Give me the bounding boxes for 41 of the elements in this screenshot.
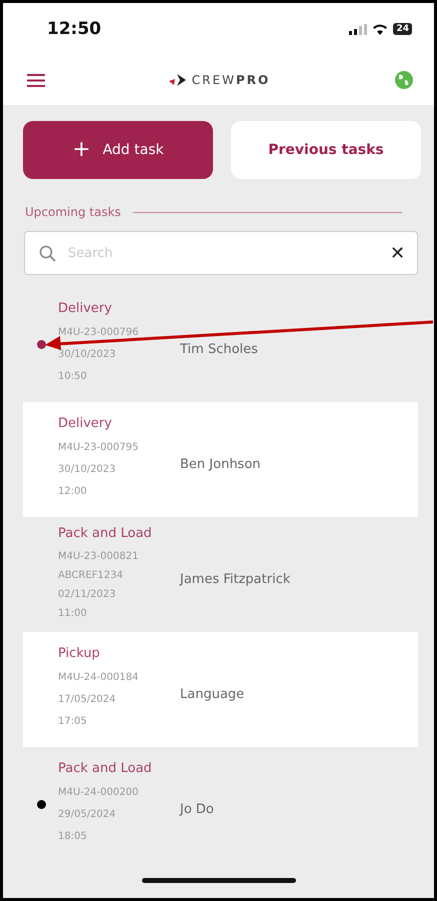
wifi-icon	[372, 23, 388, 35]
logo-text: CREW PRO	[192, 73, 270, 87]
task-detail: 10:50	[58, 370, 88, 384]
customer-name: James Fitzpatrick	[180, 572, 290, 587]
task-detail: 30/10/2023	[58, 463, 117, 477]
task-row[interactable]: Delivery M4U-23-000796 30/10/2023 10:50 Tim Scholes	[23, 287, 418, 402]
search-icon	[39, 244, 56, 262]
task-detail: ABCREF1234	[58, 569, 124, 583]
task-detail: 29/05/2024	[58, 808, 117, 822]
task-detail: M4U-23-000796	[58, 326, 140, 340]
task-type: Pack and Load	[58, 526, 153, 541]
task-detail: 02/11/2023	[58, 588, 117, 602]
add-task-button[interactable]: + Add task	[23, 121, 213, 179]
customer-name: Ben Jonhson	[180, 457, 261, 472]
customer-name: Language	[180, 687, 244, 702]
task-detail: 12:00	[58, 485, 88, 499]
task-detail: 18:05	[58, 830, 88, 844]
task-detail: 30/10/2023	[58, 348, 117, 362]
status-time: 12:50	[47, 19, 102, 39]
task-detail: 17/05/2024	[58, 693, 117, 707]
signal-icon	[349, 24, 368, 34]
previous-tasks-button[interactable]: Previous tasks	[231, 121, 421, 179]
section-title: Upcoming tasks	[25, 205, 121, 219]
task-row[interactable]: Pack and Load M4U-23-000821 ABCREF1234 02/11/2023 11:00 James Fitzpatrick	[23, 517, 418, 632]
task-detail: M4U-23-000821	[58, 550, 140, 564]
customer-name: Tim Scholes	[180, 342, 258, 357]
customer-name: Jo Do	[180, 802, 214, 817]
task-detail: M4U-23-000795	[58, 441, 140, 455]
task-detail: 11:00	[58, 607, 88, 621]
battery-level: 24	[393, 23, 412, 35]
logo-icon	[168, 73, 187, 87]
task-type: Delivery	[58, 301, 113, 316]
task-detail: M4U-24-000184	[58, 671, 140, 685]
menu-icon[interactable]	[27, 74, 45, 86]
task-type: Pickup	[58, 646, 101, 661]
task-detail: M4U-24-000200	[58, 786, 140, 800]
task-detail: 17:05	[58, 715, 88, 729]
task-type: Delivery	[58, 416, 113, 431]
clear-button[interactable]: ✕	[390, 242, 405, 264]
task-type: Pack and Load	[58, 761, 153, 776]
task-row[interactable]: Pack and Load M4U-24-000200 29/05/2024 18:05 Jo Do	[23, 747, 418, 862]
